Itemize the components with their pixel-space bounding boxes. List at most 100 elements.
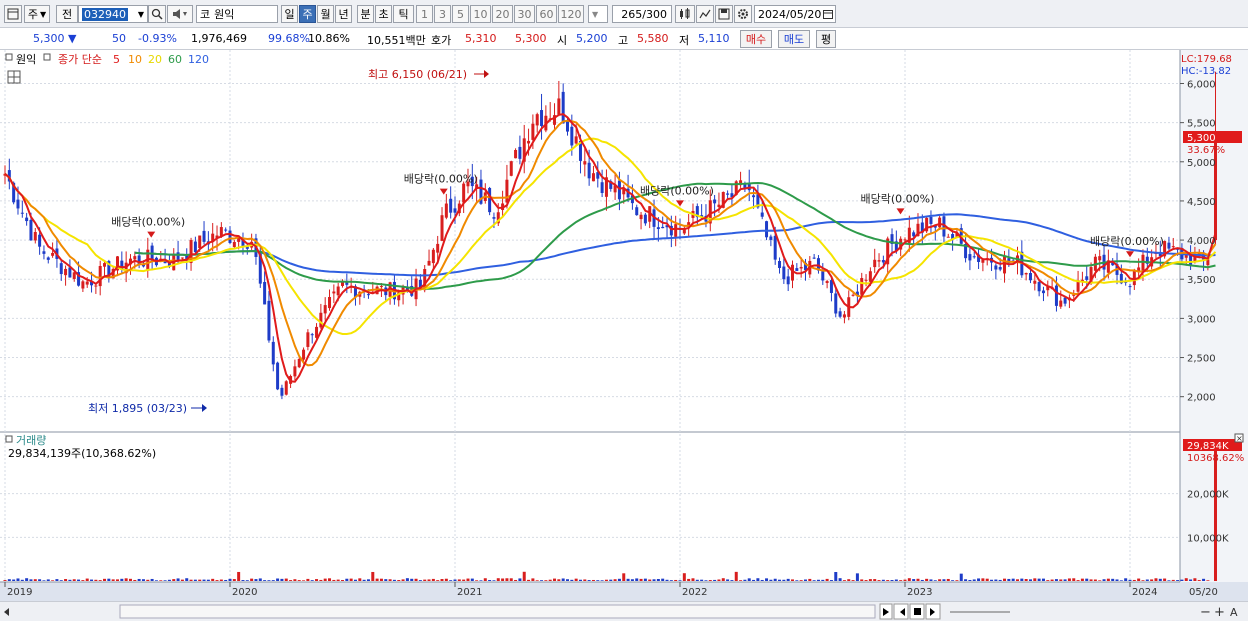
candle-body	[1037, 282, 1041, 292]
interval-120[interactable]: 120	[558, 5, 584, 23]
candle-body	[873, 259, 877, 268]
prev-button[interactable]: 전	[56, 5, 78, 23]
volume-bar	[267, 580, 271, 581]
candle-body	[449, 198, 453, 213]
stock-name-field[interactable]: 코 원익	[196, 5, 278, 23]
zoom-in-icon[interactable]: +	[1214, 605, 1225, 620]
low-annotation-text: 최저 1,895 (03/23)	[88, 402, 187, 415]
ask-label: 호가	[431, 34, 452, 47]
period-minute[interactable]: 분	[357, 5, 374, 23]
high-label: 고	[618, 34, 629, 47]
volume-bar	[570, 579, 574, 581]
current-price: 5,300 ▼	[33, 32, 77, 45]
volume-bar	[1202, 578, 1206, 581]
interval-1[interactable]: 1	[416, 5, 433, 23]
candle-body	[228, 230, 232, 243]
volume-bar	[1119, 580, 1123, 581]
volume-panel-icon[interactable]	[5, 435, 13, 443]
candle-body	[328, 296, 332, 309]
interval-30[interactable]: 30	[514, 5, 535, 23]
period-year[interactable]: 년	[335, 5, 352, 23]
interval-10[interactable]: 10	[470, 5, 491, 23]
year-label: 05/20	[1189, 587, 1218, 598]
eval-button[interactable]: 평	[816, 30, 836, 48]
candle-body	[591, 173, 595, 182]
volume-bar	[643, 578, 647, 581]
volume-tag-pct: 10368.62%	[1187, 453, 1244, 464]
sell-button[interactable]: 매도	[778, 30, 810, 48]
type-select[interactable]: 주 ▼	[24, 5, 50, 23]
candle-body	[617, 180, 621, 200]
save-icon[interactable]	[715, 5, 733, 23]
price-volume-chart[interactable]: 배당락(0.00%) 배당락(0.00%) 배당락(0.00%) 배당락(0.00%)…	[0, 50, 1248, 601]
interval-3[interactable]: 3	[434, 5, 451, 23]
volume-bar	[146, 579, 150, 581]
stock-code: 032940	[82, 7, 128, 21]
volume-bar	[462, 579, 466, 581]
volume-bar	[527, 579, 531, 581]
volume-bar	[341, 580, 344, 581]
count-field[interactable]: 265/300	[612, 5, 672, 23]
draw-line-icon[interactable]	[696, 5, 714, 23]
candle-body	[280, 387, 284, 396]
period-month[interactable]: 월	[317, 5, 334, 23]
layout-icon[interactable]	[4, 5, 22, 23]
buy-button[interactable]: 매수	[740, 30, 772, 48]
legend-ma120: 120	[188, 53, 209, 66]
stock-name: 원익	[214, 8, 235, 21]
volume-bar	[903, 579, 907, 581]
price-tick-label: 4,000	[1187, 236, 1216, 247]
volume-bar	[345, 578, 349, 581]
scroll-thumb[interactable]	[119, 604, 876, 619]
interval-20[interactable]: 20	[492, 5, 513, 23]
volume-bar	[1111, 578, 1115, 581]
volume-bar	[98, 580, 102, 581]
bottom-scrollbar[interactable]: − + A	[0, 601, 1248, 621]
volume-bar	[1080, 578, 1084, 581]
interval-dropdown[interactable]: ▼	[588, 5, 608, 23]
volume-bar	[392, 579, 396, 581]
volume-bar	[379, 578, 383, 581]
volume-bar	[695, 579, 699, 581]
candle-body	[1028, 273, 1032, 281]
price-tick-label: 5,500	[1187, 119, 1216, 130]
auto-scale-icon[interactable]: A	[1230, 606, 1238, 619]
candle-body	[16, 199, 20, 209]
interval-5[interactable]: 5	[452, 5, 469, 23]
period-tick[interactable]: 틱	[393, 5, 414, 23]
lc-label: LC:179.68	[1181, 54, 1232, 65]
volume-bar	[94, 579, 98, 581]
interval-60[interactable]: 60	[536, 5, 557, 23]
speaker-icon[interactable]	[167, 5, 193, 23]
candle-body	[64, 268, 68, 276]
volume-bar	[46, 579, 50, 581]
candle-body	[276, 362, 280, 390]
period-week[interactable]: 주	[299, 5, 316, 23]
volume-bar	[1003, 578, 1007, 581]
chart-area[interactable]: 배당락(0.00%) 배당락(0.00%) 배당락(0.00%) 배당락(0.00%)…	[0, 50, 1248, 621]
date-field[interactable]: 2024/05/20	[754, 5, 836, 23]
scroll-left-icon[interactable]	[4, 608, 9, 616]
volume-bar	[890, 580, 894, 581]
search-icon[interactable]	[148, 5, 166, 23]
ask-price-1: 5,310	[465, 32, 497, 45]
candle-type-icon[interactable]	[675, 5, 695, 23]
panel-title: 원익	[16, 53, 36, 66]
volume-bar	[1115, 579, 1119, 581]
volume-bar	[1154, 578, 1158, 581]
candle-body	[444, 203, 448, 218]
stock-code-input[interactable]: 032940 ▼	[78, 5, 148, 23]
gear-icon[interactable]	[734, 5, 752, 23]
volume-bar	[271, 580, 275, 581]
volume-bar	[1128, 579, 1132, 581]
volume-bar	[42, 580, 46, 581]
period-second[interactable]: 초	[375, 5, 392, 23]
volume-bar	[263, 580, 267, 581]
zoom-out-icon[interactable]: −	[1200, 605, 1211, 620]
candle-body	[773, 235, 777, 260]
volume-bar	[280, 578, 284, 581]
period-day[interactable]: 일	[281, 5, 298, 23]
volume-bar	[678, 580, 682, 581]
candle-body	[1085, 276, 1089, 280]
candle-body	[462, 183, 466, 203]
